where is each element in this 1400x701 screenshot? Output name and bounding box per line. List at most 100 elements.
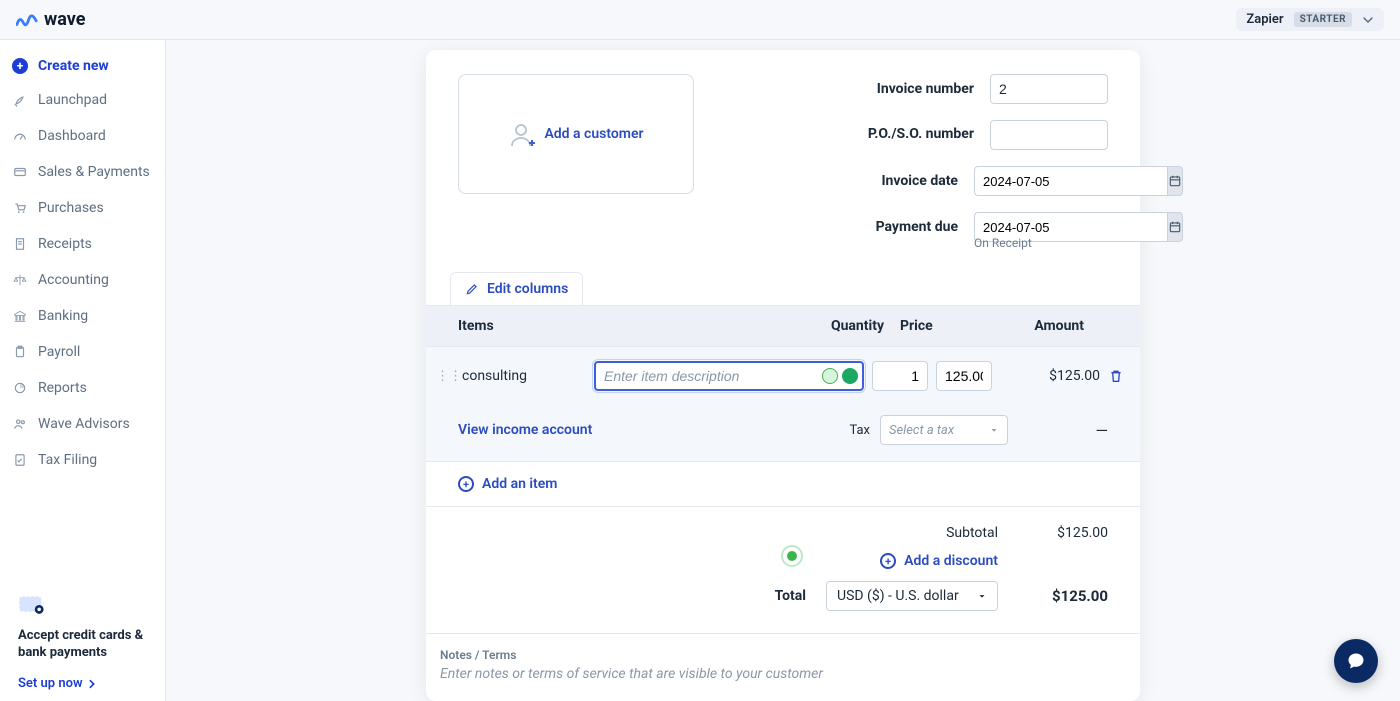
document-check-icon bbox=[12, 452, 28, 468]
sidebar-item-sales[interactable]: Sales & Payments bbox=[0, 154, 165, 190]
calendar-icon bbox=[1168, 174, 1182, 188]
invoice-date-label: Invoice date bbox=[881, 172, 958, 190]
invoice-number-label: Invoice number bbox=[877, 80, 974, 98]
sidebar-item-receipts[interactable]: Receipts bbox=[0, 226, 165, 262]
sidebar-item-label: Receipts bbox=[38, 236, 92, 252]
price-input[interactable] bbox=[936, 361, 992, 391]
gauge-icon bbox=[12, 128, 28, 144]
payment-due-label: Payment due bbox=[876, 218, 958, 236]
sidebar-item-label: Sales & Payments bbox=[38, 164, 150, 180]
totals-section: Subtotal $125.00 + Add a discount Total … bbox=[426, 507, 1140, 634]
subtotal-value: $125.00 bbox=[1018, 525, 1108, 541]
po-number-input[interactable] bbox=[990, 120, 1108, 150]
extension-icons bbox=[822, 368, 858, 384]
sidebar: + Create new Launchpad Dashboard Sales &… bbox=[0, 40, 166, 701]
card-icon bbox=[12, 164, 28, 180]
notes-placeholder: Enter notes or terms of service that are… bbox=[440, 666, 1126, 682]
content-area: Add a customer Invoice number P.O./S.O. … bbox=[166, 40, 1400, 701]
sidebar-item-label: Reports bbox=[38, 380, 87, 396]
tax-amount-dash: — bbox=[1008, 421, 1108, 440]
plus-icon: + bbox=[12, 58, 28, 74]
sidebar-item-label: Launchpad bbox=[38, 92, 107, 108]
sidebar-item-launchpad[interactable]: Launchpad bbox=[0, 82, 165, 118]
add-item-label: Add an item bbox=[482, 476, 557, 492]
extension-icon-1[interactable] bbox=[822, 368, 838, 384]
drag-handle-icon[interactable]: ⋮⋮ bbox=[436, 369, 448, 384]
wave-logo-icon bbox=[16, 11, 38, 29]
payment-due-picker-button[interactable] bbox=[1167, 212, 1183, 242]
tax-placeholder: Select a tax bbox=[889, 423, 954, 438]
extension-icon-2[interactable] bbox=[842, 368, 858, 384]
quantity-input[interactable] bbox=[872, 361, 928, 391]
col-header-items: Items bbox=[458, 318, 804, 334]
sidebar-item-label: Banking bbox=[38, 308, 88, 324]
chat-icon bbox=[1346, 651, 1366, 671]
total-label: Total bbox=[775, 588, 806, 604]
sidebar-promo: Accept credit cards & bank payments Set … bbox=[0, 579, 165, 691]
topbar: wave Zapier STARTER bbox=[0, 0, 1400, 40]
plan-badge: STARTER bbox=[1294, 12, 1352, 27]
trash-icon bbox=[1108, 368, 1124, 384]
notes-heading: Notes / Terms bbox=[440, 648, 1126, 662]
tax-select[interactable]: Select a tax bbox=[880, 415, 1008, 445]
promo-title: Accept credit cards & bank payments bbox=[18, 627, 147, 662]
plus-circle-icon: + bbox=[880, 553, 896, 569]
sidebar-item-purchases[interactable]: Purchases bbox=[0, 190, 165, 226]
sidebar-item-dashboard[interactable]: Dashboard bbox=[0, 118, 165, 154]
caret-down-icon bbox=[977, 591, 987, 601]
currency-select[interactable]: USD ($) - U.S. dollar bbox=[826, 581, 998, 611]
caret-down-icon bbox=[989, 425, 999, 435]
create-new-label: Create new bbox=[38, 58, 109, 74]
promo-cta-label: Set up now bbox=[18, 676, 83, 691]
sidebar-item-reports[interactable]: Reports bbox=[0, 370, 165, 406]
add-discount-button[interactable]: + Add a discount bbox=[808, 553, 998, 569]
calendar-icon bbox=[1168, 220, 1182, 234]
invoice-card: Add a customer Invoice number P.O./S.O. … bbox=[426, 50, 1140, 701]
currency-selected: USD ($) - U.S. dollar bbox=[837, 588, 959, 604]
chevron-down-icon bbox=[1362, 14, 1374, 26]
po-number-label: P.O./S.O. number bbox=[854, 125, 974, 143]
invoice-date-input[interactable] bbox=[974, 166, 1167, 196]
plus-circle-icon: + bbox=[458, 476, 474, 492]
edit-columns-label: Edit columns bbox=[487, 281, 568, 297]
sidebar-item-accounting[interactable]: Accounting bbox=[0, 262, 165, 298]
sidebar-item-advisors[interactable]: Wave Advisors bbox=[0, 406, 165, 442]
chat-fab[interactable] bbox=[1334, 639, 1378, 683]
item-amount: $125.00 bbox=[1000, 368, 1100, 384]
sidebar-item-payroll[interactable]: Payroll bbox=[0, 334, 165, 370]
cart-icon bbox=[12, 200, 28, 216]
col-header-amount: Amount bbox=[964, 318, 1084, 334]
scale-icon bbox=[12, 272, 28, 288]
account-name: Zapier bbox=[1246, 12, 1283, 27]
brand-name: wave bbox=[44, 9, 85, 30]
chevron-right-icon bbox=[87, 679, 97, 689]
add-customer-box[interactable]: Add a customer bbox=[458, 74, 694, 194]
item-row: ⋮⋮ consulting $125.00 bbox=[426, 347, 1140, 405]
invoice-date-picker-button[interactable] bbox=[1167, 166, 1183, 196]
create-new-button[interactable]: + Create new bbox=[0, 50, 165, 82]
total-value: $125.00 bbox=[1018, 587, 1108, 605]
receipt-icon bbox=[12, 236, 28, 252]
sidebar-item-label: Dashboard bbox=[38, 128, 106, 144]
sidebar-item-banking[interactable]: Banking bbox=[0, 298, 165, 334]
add-discount-label: Add a discount bbox=[904, 553, 998, 569]
sidebar-item-label: Payroll bbox=[38, 344, 80, 360]
add-customer-label: Add a customer bbox=[544, 126, 643, 142]
sidebar-item-tax[interactable]: Tax Filing bbox=[0, 442, 165, 478]
add-person-icon bbox=[508, 120, 536, 148]
brand-logo[interactable]: wave bbox=[16, 9, 85, 30]
item-name[interactable]: consulting bbox=[456, 368, 586, 384]
sidebar-item-label: Accounting bbox=[38, 272, 109, 288]
items-table-header: Items Quantity Price Amount bbox=[426, 305, 1140, 347]
account-switcher[interactable]: Zapier STARTER bbox=[1236, 8, 1384, 31]
edit-columns-tab[interactable]: Edit columns bbox=[450, 272, 583, 305]
add-item-button[interactable]: + Add an item bbox=[458, 476, 1108, 492]
view-income-account-link[interactable]: View income account bbox=[458, 422, 592, 438]
sidebar-item-label: Purchases bbox=[38, 200, 104, 216]
col-header-quantity: Quantity bbox=[804, 318, 884, 334]
delete-item-button[interactable] bbox=[1108, 368, 1130, 384]
invoice-number-input[interactable] bbox=[990, 74, 1108, 104]
promo-cta[interactable]: Set up now bbox=[18, 676, 147, 691]
notes-section[interactable]: Notes / Terms Enter notes or terms of se… bbox=[426, 634, 1140, 701]
col-header-price: Price bbox=[884, 318, 964, 334]
